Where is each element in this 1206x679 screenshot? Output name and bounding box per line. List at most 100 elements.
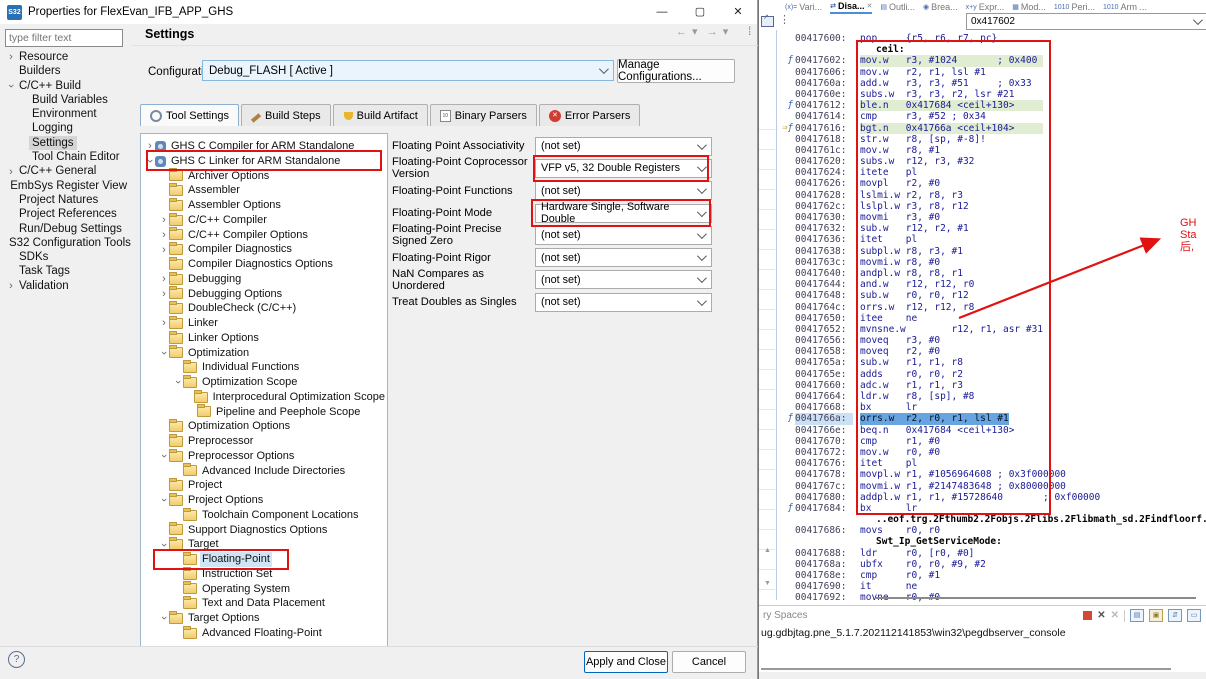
- tool-tree-item-advanced-floating-point[interactable]: Advanced Floating-Point: [141, 626, 387, 641]
- disasm-line[interactable]: 00417678:movpl.w r1, #1056964608 ; 0x3f0…: [777, 469, 1206, 480]
- gutter-cell[interactable]: [777, 313, 795, 324]
- tool-tree-item-target-options[interactable]: ›Target Options: [141, 611, 387, 626]
- gutter-cell[interactable]: [777, 89, 795, 100]
- tab-build-artifact[interactable]: Build Artifact: [333, 104, 428, 126]
- tool-tree-item-advanced-include-directories[interactable]: Advanced Include Directories: [141, 464, 387, 479]
- gutter-cell[interactable]: [777, 223, 795, 234]
- gutter-cell[interactable]: [777, 492, 795, 503]
- disasm-line[interactable]: ƒ00417612:ble.n 0x417684 <ceil+130>: [777, 100, 1206, 111]
- view-tab-disa-[interactable]: ⇄Disa...✕: [830, 1, 872, 14]
- close-icon[interactable]: ✕: [719, 0, 757, 24]
- close-tab-icon[interactable]: ✕: [866, 2, 872, 10]
- gutter-cell[interactable]: [777, 369, 795, 380]
- sidebar-item-logging[interactable]: Logging: [2, 121, 130, 135]
- disasm-line[interactable]: 00417648:sub.w r0, r0, r12: [777, 290, 1206, 301]
- tool-tree-item-support-diagnostics-options[interactable]: Support Diagnostics Options: [141, 523, 387, 538]
- tree-expander-icon[interactable]: ›: [159, 289, 169, 299]
- tool-tree-item-ghs-c-linker-for-arm-standalone[interactable]: ›GHS C Linker for ARM Standalone: [141, 154, 387, 169]
- disasm-line[interactable]: 00417686:movs r0, r0: [777, 525, 1206, 536]
- sidebar-item-project-references[interactable]: Project References: [2, 207, 130, 221]
- disasm-line[interactable]: 00417658:moveq r2, #0: [777, 346, 1206, 357]
- disasm-line[interactable]: 00417636:itet pl: [777, 234, 1206, 245]
- disasm-line[interactable]: 00417690:it ne: [777, 581, 1206, 592]
- filter-input[interactable]: [5, 29, 123, 47]
- disasm-label-line[interactable]: ceil:: [777, 44, 1206, 55]
- tool-tree-item-optimization-scope[interactable]: ›Optimization Scope: [141, 375, 387, 390]
- gutter-cell[interactable]: [777, 190, 795, 201]
- view-menu-icon[interactable]: ⁞: [748, 24, 751, 38]
- option-select-floating-point-rigor[interactable]: (not set): [535, 248, 712, 267]
- disasm-line[interactable]: 0041764c:orrs.w r12, r12, r8: [777, 302, 1206, 313]
- gutter-cell[interactable]: [777, 167, 795, 178]
- tree-expander-icon[interactable]: ›: [6, 167, 16, 177]
- scroll-down-icon[interactable]: ▼: [764, 580, 771, 587]
- disasm-line[interactable]: 00417640:andpl.w r8, r8, r1: [777, 268, 1206, 279]
- cancel-button[interactable]: Cancel: [672, 651, 746, 673]
- disasm-line[interactable]: 00417670:cmp r1, #0: [777, 436, 1206, 447]
- sidebar-item-sdks[interactable]: SDKs: [2, 250, 130, 264]
- tree-expander-icon[interactable]: ›: [159, 540, 169, 550]
- option-select-floating-point-precise-signed-zero[interactable]: (not set): [535, 226, 712, 245]
- sidebar-item-embsys-register-view[interactable]: EmbSys Register View: [2, 179, 130, 193]
- tree-expander-icon[interactable]: ›: [6, 281, 16, 291]
- gutter-cell[interactable]: [777, 134, 795, 145]
- tool-tree-item-operating-system[interactable]: Operating System: [141, 582, 387, 597]
- open-console-icon[interactable]: ▭: [1187, 609, 1201, 622]
- option-select-nan-compares-as-unordered[interactable]: (not set): [535, 270, 712, 289]
- scroll-up-icon[interactable]: ▲: [764, 547, 771, 554]
- disasm-line[interactable]: 0041760a:add.w r3, r3, #51 ; 0x33: [777, 78, 1206, 89]
- gutter-cell[interactable]: [777, 425, 795, 436]
- minimize-icon[interactable]: —: [643, 0, 681, 24]
- view-tab-outli-[interactable]: ▤Outli...: [880, 2, 915, 12]
- restore-view-icon[interactable]: [761, 16, 774, 27]
- option-select-floating-point-mode[interactable]: Hardware Single, Software Double: [535, 204, 712, 223]
- tool-tree-item-pipeline-and-peephole-scope[interactable]: Pipeline and Peephole Scope: [141, 405, 387, 420]
- gutter-cell[interactable]: [777, 481, 795, 492]
- disasm-line[interactable]: 00417628:lslmi.w r2, r8, r3: [777, 190, 1206, 201]
- breakpoint-icon[interactable]: ƒ: [777, 100, 795, 111]
- sidebar-item-c-c-general[interactable]: ›C/C++ General: [2, 164, 130, 178]
- disasm-line[interactable]: 0041763c:movmi.w r8, #0: [777, 257, 1206, 268]
- disasm-line[interactable]: 00417620:subs.w r12, r3, #32: [777, 156, 1206, 167]
- maximize-icon[interactable]: ▢: [681, 0, 719, 24]
- tab-binary-parsers[interactable]: 10Binary Parsers: [430, 104, 537, 126]
- disasm-line[interactable]: 0041761c:mov.w r8, #1: [777, 145, 1206, 156]
- tool-tree-item-debugging[interactable]: ›Debugging: [141, 272, 387, 287]
- gutter-cell[interactable]: [777, 302, 795, 313]
- gutter-cell[interactable]: [777, 458, 795, 469]
- disasm-line[interactable]: 00417672:mov.w r0, #0: [777, 447, 1206, 458]
- tree-expander-icon[interactable]: ›: [159, 495, 169, 505]
- view-menu-dots-icon[interactable]: ⋮: [779, 13, 790, 26]
- gutter-cell[interactable]: [777, 268, 795, 279]
- gutter-cell[interactable]: [777, 246, 795, 257]
- option-select-floating-point-associativity[interactable]: (not set): [535, 137, 712, 156]
- tool-tree-item-c-c-compiler[interactable]: ›C/C++ Compiler: [141, 213, 387, 228]
- disasm-line[interactable]: 00417688:ldr r0, [r0, #0]: [777, 548, 1206, 559]
- tree-expander-icon[interactable]: ›: [159, 348, 169, 358]
- sidebar-item-environment[interactable]: Environment: [2, 107, 130, 121]
- disasm-line[interactable]: 00417680:addpl.w r1, r1, #15728640 ; 0xf…: [777, 492, 1206, 503]
- gutter-cell[interactable]: [777, 44, 795, 55]
- tool-tree-item-archiver-options[interactable]: Archiver Options: [141, 169, 387, 184]
- disasm-line[interactable]: 00417656:moveq r3, #0: [777, 335, 1206, 346]
- view-tab-mod-[interactable]: ▦Mod...: [1012, 2, 1046, 12]
- disasm-line[interactable]: 00417664:ldr.w r8, [sp], #8: [777, 391, 1206, 402]
- sidebar-item-project-natures[interactable]: Project Natures: [2, 193, 130, 207]
- option-select-treat-doubles-as-singles[interactable]: (not set): [535, 293, 712, 312]
- tool-tree-item-linker[interactable]: ›Linker: [141, 316, 387, 331]
- tab-build-steps[interactable]: Build Steps: [241, 104, 331, 126]
- breakpoint-icon[interactable]: ƒ: [777, 503, 795, 514]
- tool-tree-item-instruction-set[interactable]: Instruction Set: [141, 567, 387, 582]
- tool-tree-item-linker-options[interactable]: Linker Options: [141, 331, 387, 346]
- disasm-line[interactable]: ƒ00417602:mov.w r3, #1024 ; 0x400: [777, 55, 1206, 66]
- sidebar-item-validation[interactable]: ›Validation: [2, 279, 130, 293]
- view-tab-brea-[interactable]: ◉Brea...: [923, 2, 958, 12]
- disasm-line[interactable]: 0041765a:sub.w r1, r1, r8: [777, 357, 1206, 368]
- remove-all-launches-icon[interactable]: ✕: [1111, 610, 1119, 621]
- disasm-line[interactable]: 0041765e:adds r0, r0, r2: [777, 369, 1206, 380]
- gutter-cell[interactable]: [777, 145, 795, 156]
- gutter-cell[interactable]: [777, 212, 795, 223]
- sidebar-item-run-debug-settings[interactable]: Run/Debug Settings: [2, 222, 130, 236]
- gutter-cell[interactable]: [777, 357, 795, 368]
- disasm-line[interactable]: 0041760e:subs.w r3, r3, r2, lsr #21: [777, 89, 1206, 100]
